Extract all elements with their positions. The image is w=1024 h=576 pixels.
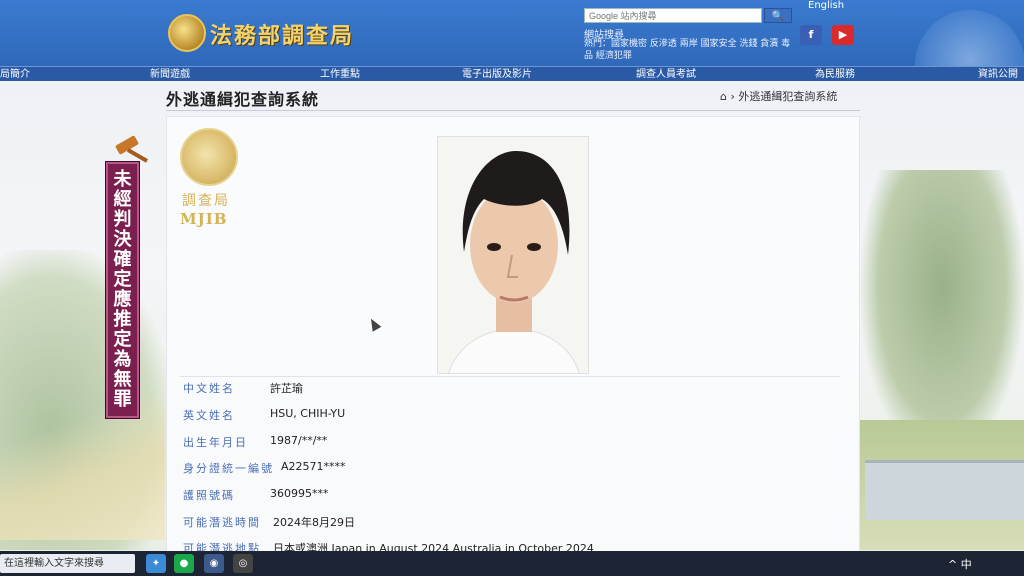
banner-text: 未經判決確定 應推定為無罪 [113,169,132,410]
home-icon[interactable]: ⌂ › [720,90,738,103]
presumption-of-innocence-banner: 未經判決確定 應推定為無罪 [106,162,139,418]
value-chinese-name: 許芷瑜 [270,382,303,395]
page-title: 外逃通緝犯查詢系統 [166,90,320,109]
facebook-icon[interactable]: f [800,25,822,45]
label-passport: 護照號碼 [183,489,235,502]
value-passport: 360995*** [270,487,329,500]
nav-item-about[interactable]: 局簡介 [0,67,30,82]
label-chinese-name: 中文姓名 [183,382,235,395]
search-input[interactable] [584,8,762,23]
line-app-icon[interactable]: ● [174,554,194,573]
taskbar-search[interactable]: 在這裡輸入文字來搜尋 [0,554,135,573]
nav-item-publications[interactable]: 電子出版及影片 [462,67,532,82]
label-escape-date: 可能潛逃時間 [183,516,261,529]
youtube-icon[interactable]: ▶ [832,25,854,45]
value-id-number: A22571**** [281,460,346,473]
globe-graphic [915,10,1024,66]
nav-item-exam[interactable]: 調查人員考試 [636,67,696,82]
value-escape-date: 2024年8月29日 [273,516,355,529]
emblem-abbr: MJIB [180,210,228,228]
fugitive-photo [437,136,589,374]
mjib-logo-icon[interactable] [168,14,206,52]
chrome-icon[interactable]: ◉ [204,554,224,573]
scenery-path [0,380,165,540]
info-divider [180,376,840,377]
label-id-number: 身分證統一編號 [183,462,274,475]
label-english-name: 英文姓名 [183,409,235,422]
portrait-icon [438,137,588,373]
app-icon[interactable]: ◎ [233,554,253,573]
value-birth-date: 1987/**/** [270,434,328,447]
hot-keywords[interactable]: 熱門：國家機密 反滲透 兩岸 國家安全 洗錢 貪瀆 毒品 經濟犯罪 [584,38,794,62]
site-header: 法務部調查局 🔍 網站搜尋 熱門：國家機密 反滲透 兩岸 國家安全 洗錢 貪瀆 … [0,0,1024,66]
label-birth-date: 出生年月日 [183,436,248,449]
copilot-icon[interactable]: ✦ [146,554,166,573]
search-button[interactable]: 🔍 [764,8,792,23]
scenery-building [865,460,1024,520]
breadcrumb: ⌂ › 外逃通緝犯查詢系統 [720,88,837,104]
scenery-right [860,170,1024,460]
mjib-emblem-icon [180,128,238,186]
english-link[interactable]: English [808,0,844,11]
windows-taskbar: 在這裡輸入文字來搜尋 ✦ ● ◉ ◎ ^ 中 [0,551,1024,576]
site-title[interactable]: 法務部調查局 [210,18,354,50]
nav-item-info[interactable]: 資訊公開 [978,67,1018,82]
nav-item-work[interactable]: 工作重點 [320,67,360,82]
breadcrumb-current[interactable]: 外逃通緝犯查詢系統 [738,90,837,103]
nav-item-service[interactable]: 為民服務 [815,67,855,82]
main-nav: 局簡介 新聞遊戲 工作重點 電子出版及影片 調查人員考試 為民服務 資訊公開 [0,66,1024,81]
divider [166,110,860,111]
value-english-name: HSU, CHIH-YU [270,407,346,420]
emblem-name: 調查局 [182,193,230,209]
nav-item-news[interactable]: 新聞遊戲 [150,67,190,82]
system-tray[interactable]: ^ 中 [948,556,972,572]
